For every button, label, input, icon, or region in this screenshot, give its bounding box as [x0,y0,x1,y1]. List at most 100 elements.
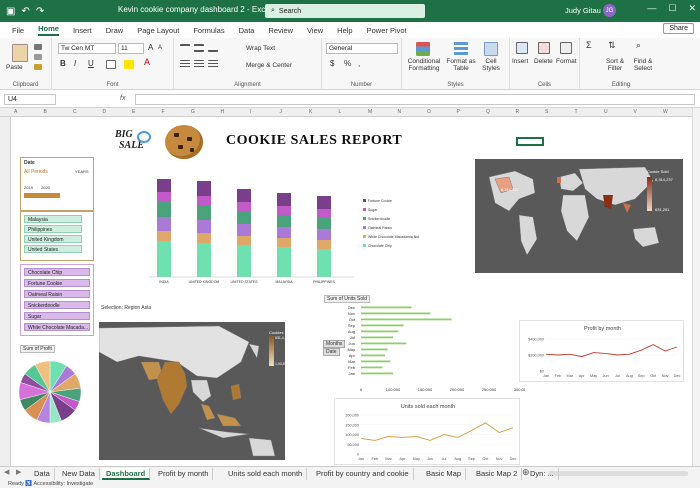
horizontal-scrollbar[interactable] [548,471,688,476]
time-unit-dropdown[interactable]: YEARS [75,169,89,174]
conditional-formatting-icon[interactable] [416,42,430,56]
sheet-tab[interactable]: Basic Map 2 [472,468,523,480]
borders-icon[interactable] [106,60,116,69]
product-slicer-item[interactable]: Oatmeal Raisin [24,290,90,298]
column-header[interactable]: G [191,109,195,115]
top-align-icon[interactable] [180,44,190,52]
middle-align-icon[interactable] [194,44,204,52]
cell-styles-button[interactable]: Cell Styles [478,58,504,72]
find-icon[interactable]: ⌕ [636,41,641,50]
product-slicer-item[interactable]: White Chocolate Macada... [24,323,90,331]
share-button[interactable]: Share [663,23,694,34]
menu-data[interactable]: Data [239,26,255,35]
column-header[interactable]: R [516,109,520,115]
column-header[interactable]: O [427,109,431,115]
paste-icon[interactable] [12,44,28,62]
column-header[interactable]: D [103,109,107,115]
sum-units-button[interactable]: Sum of Units Sold [324,295,371,303]
minimize-button[interactable]: — [647,3,656,14]
sum-of-profit-button[interactable]: Sum of Profit [20,345,55,353]
country-slicer-item[interactable]: United States [24,245,82,253]
format-table-button[interactable]: Format as Table [446,58,476,72]
percent-button[interactable]: % [344,60,351,68]
vertical-scrollbar[interactable] [692,108,700,466]
menu-review[interactable]: Review [268,26,293,35]
format-table-icon[interactable] [454,42,468,56]
fill-color-icon[interactable] [124,60,134,69]
menu-help[interactable]: Help [337,26,352,35]
maximize-button[interactable]: ☐ [668,3,676,14]
format-painter-icon[interactable] [34,64,42,70]
column-header[interactable]: U [604,109,608,115]
prev-sheet-icon[interactable]: ◀ [4,468,9,476]
column-header[interactable]: Q [486,109,490,115]
product-slicer-item[interactable]: Chocolate Chip [24,268,90,276]
align-center-icon[interactable] [194,60,204,69]
sort-filter-icon[interactable]: ⇅ [608,41,616,50]
product-slicer-item[interactable]: Fortune Cookie [24,279,90,287]
font-size-select[interactable]: 11 [118,43,144,54]
country-slicer-item[interactable]: Malaysia [24,215,82,223]
date-timeline-slicer[interactable]: Date All Periods YEARS 2019 2020 [20,157,94,211]
close-button[interactable]: ✕ [688,3,696,14]
column-header[interactable]: I [250,109,251,115]
cut-icon[interactable] [34,44,42,50]
sheet-tab[interactable]: Dashboard [102,468,151,480]
comma-button[interactable]: , [358,60,360,68]
menu-formulas[interactable]: Formulas [193,26,224,35]
format-cells-icon[interactable] [560,42,572,54]
merge-center-button[interactable]: Merge & Center [246,62,292,69]
name-box[interactable]: U4 [4,94,56,105]
conditional-formatting-button[interactable]: Conditional Formatting [404,58,444,72]
bold-button[interactable]: B [60,60,66,68]
sort-filter-button[interactable]: Sort & Filter [604,58,626,72]
sheet-tab[interactable]: Basic Map [422,468,467,480]
wrap-text-button[interactable]: Wrap Text [246,45,275,52]
grow-font-icon[interactable]: A [148,44,153,52]
country-slicer-item[interactable]: Philippines [24,225,82,233]
delete-cells-icon[interactable] [538,42,550,54]
column-header[interactable]: W [663,109,668,115]
menu-power-pivot[interactable]: Power Pivot [367,26,407,35]
format-button[interactable]: Format [556,58,577,65]
undo-icon[interactable]: ↶ [21,6,29,17]
save-icon[interactable]: ▣ [6,6,15,17]
shrink-font-icon[interactable]: A [158,45,162,52]
menu-page-layout[interactable]: Page Layout [137,26,179,35]
column-header[interactable]: B [44,109,47,115]
sheet-tab[interactable]: Units sold each month [224,468,308,480]
avatar[interactable]: JG [603,4,616,17]
menu-view[interactable]: View [307,26,323,35]
column-header[interactable]: P [457,109,460,115]
menu-file[interactable]: File [12,26,24,35]
redo-icon[interactable]: ↷ [36,6,44,17]
delete-button[interactable]: Delete [534,58,553,65]
insert-button[interactable]: Insert [512,58,528,65]
menu-home[interactable]: Home [38,24,59,36]
number-format-select[interactable]: General [326,43,398,54]
menu-draw[interactable]: Draw [106,26,124,35]
menu-insert[interactable]: Insert [73,26,92,35]
sheet-tab[interactable]: Data [30,468,55,480]
sheet-tab[interactable]: New Data [58,468,100,480]
column-header[interactable]: L [339,109,342,115]
product-slicer-item[interactable]: Snickerdoodle [24,301,90,309]
selected-cell[interactable] [516,137,544,146]
insert-cells-icon[interactable] [516,42,528,54]
currency-button[interactable]: $ [330,60,334,68]
column-header[interactable]: N [398,109,402,115]
column-header[interactable]: F [162,109,165,115]
column-header[interactable]: E [132,109,135,115]
country-slicer-item[interactable]: United Kingdom [24,235,82,243]
copy-icon[interactable] [34,54,42,60]
sheet-tab[interactable]: Profit by month [154,468,214,480]
timeline-bar[interactable] [24,193,60,198]
column-header[interactable]: T [575,109,578,115]
sheet-tab[interactable]: Profit by country and cookie [312,468,414,480]
column-header[interactable]: J [280,109,283,115]
bottom-align-icon[interactable] [208,44,218,52]
column-header[interactable]: V [634,109,637,115]
paste-button[interactable]: Paste [6,64,23,71]
font-color-icon[interactable]: A [144,58,150,67]
column-header[interactable]: C [73,109,77,115]
